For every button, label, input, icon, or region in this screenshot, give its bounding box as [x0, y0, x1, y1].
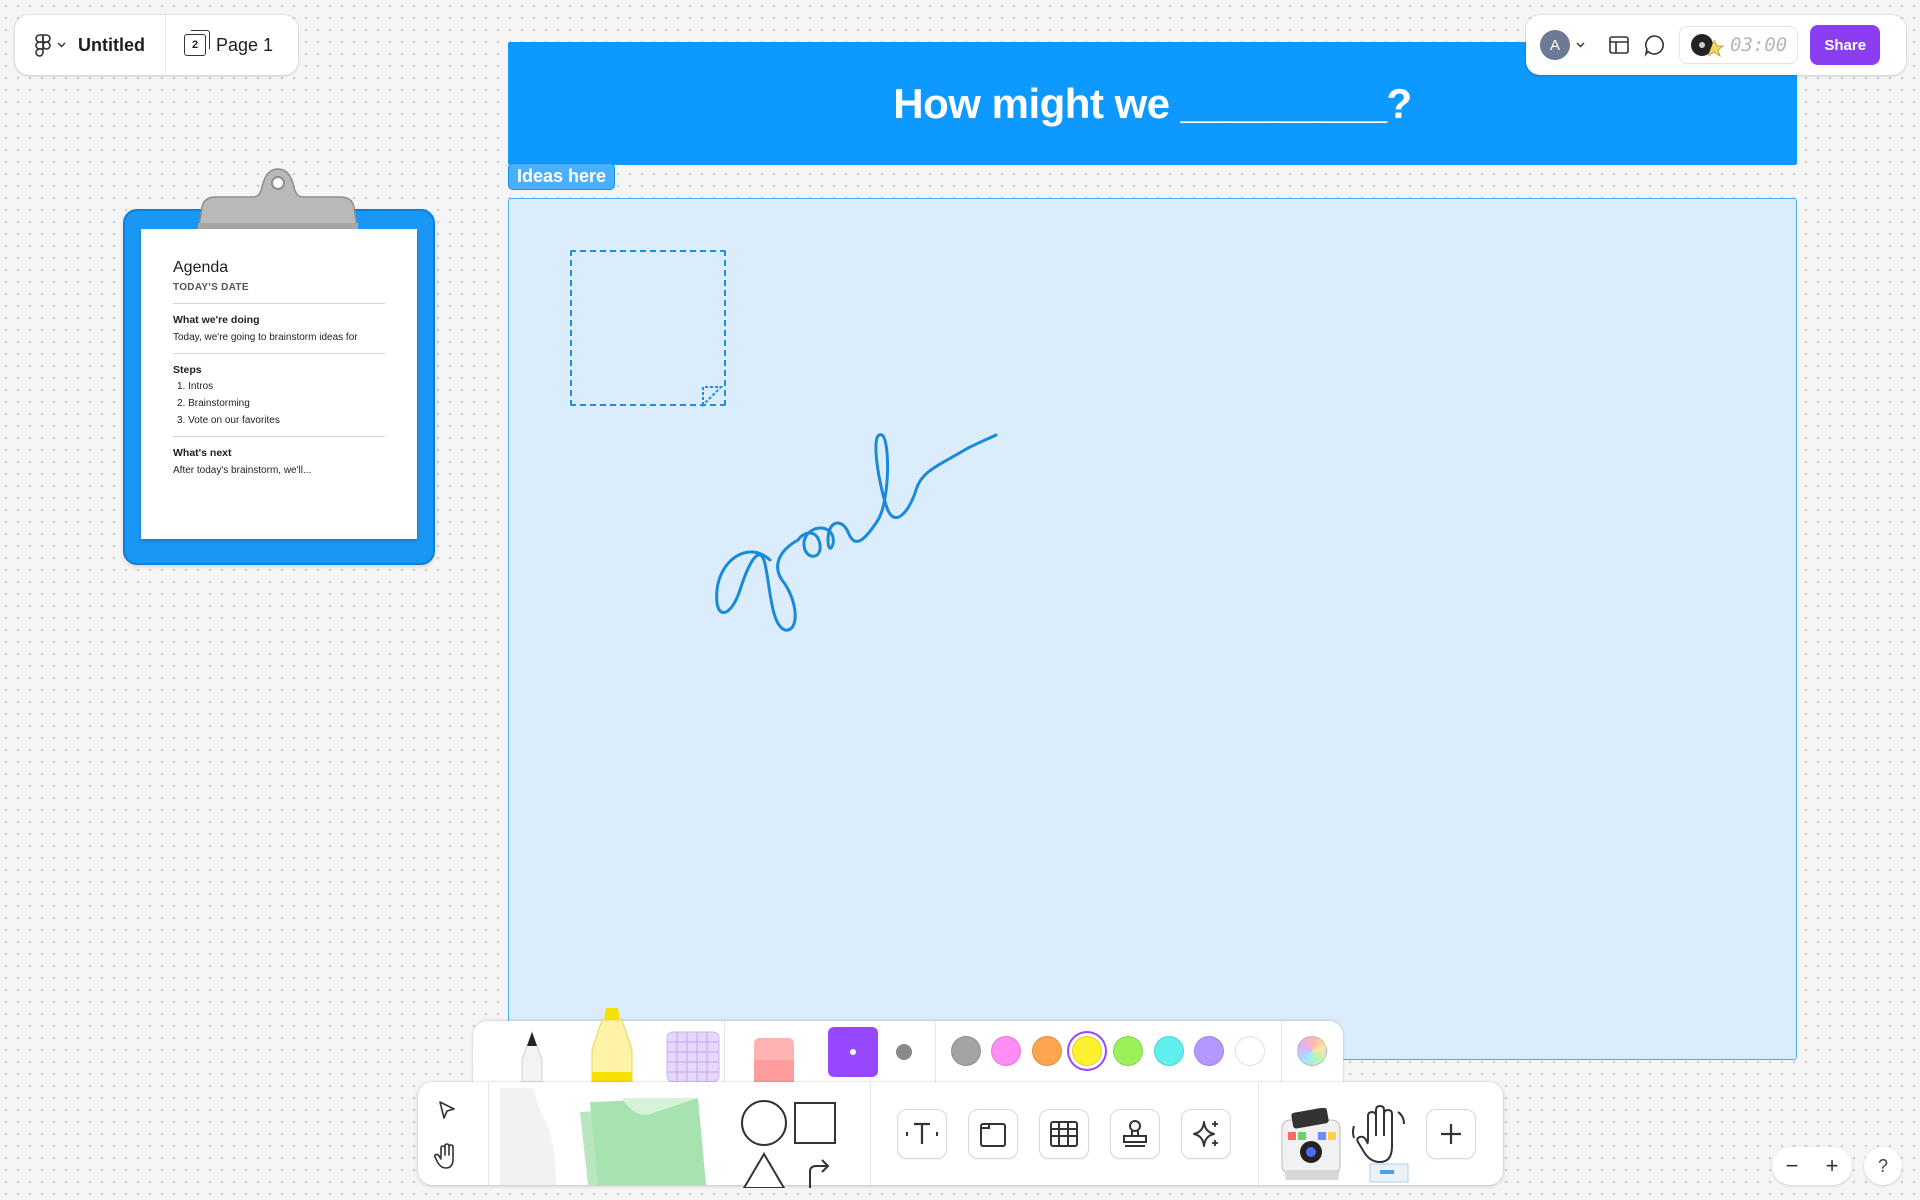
file-name[interactable]: Untitled — [78, 15, 166, 75]
avatar: A — [1540, 30, 1570, 60]
cursor-icon[interactable] — [436, 1099, 458, 1121]
main-menu-button[interactable] — [15, 15, 78, 75]
chevron-down-icon — [57, 42, 66, 48]
color-swatch-orange[interactable] — [1032, 1036, 1062, 1066]
agenda-step: 3. Vote on our favorites — [177, 415, 280, 426]
chevron-down-icon — [1576, 42, 1585, 48]
agenda-title: Agenda — [173, 259, 229, 276]
agenda-steps-heading: Steps — [173, 364, 202, 376]
color-swatch-cyan[interactable] — [1154, 1036, 1184, 1066]
eraser-tool-icon[interactable] — [752, 1036, 796, 1082]
color-swatch-pink[interactable] — [991, 1036, 1021, 1066]
agenda-next-text: After today's brainstorm, we'll... — [173, 465, 312, 476]
figjam-logo-icon — [35, 34, 51, 57]
pages-icon: 2 — [184, 30, 210, 56]
pen-tool-icon[interactable] — [515, 1030, 549, 1082]
collaboration-panel: A 03:00 Share — [1526, 15, 1906, 75]
divider — [488, 1082, 489, 1185]
stamp-icon — [1123, 1120, 1147, 1147]
sticky-notes-tool-icon[interactable] — [494, 1088, 724, 1185]
clipboard-clip-icon — [198, 168, 358, 234]
banner-title: How might we _________? — [893, 79, 1412, 127]
zoom-out-button[interactable]: − — [1786, 1153, 1799, 1179]
stroke-size-small-button[interactable] — [828, 1027, 878, 1077]
sparkle-icon — [1193, 1121, 1218, 1147]
ai-tool-button[interactable] — [1181, 1109, 1231, 1159]
more-tools-button[interactable] — [1426, 1109, 1476, 1159]
divider — [935, 1021, 936, 1083]
agenda-paper: Agenda TODAY'S DATE What we're doing Tod… — [141, 229, 417, 539]
washi-tape-tool-icon[interactable] — [665, 1030, 721, 1082]
user-menu[interactable]: A — [1540, 30, 1585, 60]
agenda-step: 1. Intros — [177, 381, 214, 392]
stamp-tool-button[interactable] — [1110, 1109, 1160, 1159]
section-icon — [980, 1123, 1006, 1147]
agenda-date: TODAY'S DATE — [173, 282, 249, 293]
agenda-steps-list: 1. Intros 2. Brainstorming 3. Vote on ou… — [173, 381, 385, 426]
agenda-step: 2. Brainstorming — [177, 398, 250, 409]
table-icon — [1050, 1121, 1078, 1147]
page-label: Page 1 — [216, 34, 274, 55]
stroke-dot-icon — [850, 1049, 856, 1055]
highlighter-tool-icon[interactable] — [584, 1006, 640, 1082]
shapes-tool-icon[interactable] — [740, 1100, 848, 1188]
custom-color-picker[interactable] — [1297, 1036, 1327, 1066]
agenda-doing-text: Today, we're going to brainstorm ideas f… — [173, 332, 358, 343]
section-label[interactable]: Ideas here — [508, 163, 616, 190]
divider — [173, 353, 385, 354]
file-panel: Untitled 2 Page 1 — [15, 15, 298, 75]
divider — [173, 303, 385, 304]
section-tool-button[interactable] — [968, 1109, 1018, 1159]
wave-hand-icon[interactable] — [1350, 1102, 1412, 1184]
text-tool-button[interactable] — [897, 1109, 947, 1159]
color-swatch-yellow[interactable] — [1072, 1036, 1102, 1066]
agenda-next-heading: What's next — [173, 447, 232, 459]
plus-icon — [1441, 1124, 1461, 1144]
agenda-doing-heading: What we're doing — [173, 314, 260, 326]
share-button[interactable]: Share — [1810, 25, 1881, 65]
text-icon — [906, 1122, 938, 1144]
color-swatch-white[interactable] — [1235, 1036, 1265, 1066]
help-button[interactable]: ? — [1864, 1147, 1902, 1185]
hand-icon[interactable] — [433, 1143, 459, 1171]
color-swatch-purple[interactable] — [1194, 1036, 1224, 1066]
color-swatch-green[interactable] — [1113, 1036, 1143, 1066]
page-selector[interactable]: 2 Page 1 — [166, 15, 291, 75]
stroke-size-large-button[interactable] — [896, 1044, 912, 1060]
jambot-widget-icon[interactable] — [1278, 1108, 1348, 1184]
color-swatch-gray[interactable] — [951, 1036, 981, 1066]
zoom-in-button[interactable]: + — [1826, 1153, 1839, 1179]
table-tool-button[interactable] — [1039, 1109, 1089, 1159]
divider — [1281, 1021, 1282, 1083]
divider — [870, 1082, 871, 1185]
music-vinyl-icon — [1691, 34, 1724, 58]
divider — [1258, 1082, 1259, 1185]
freehand-drawing[interactable] — [700, 420, 1040, 650]
comment-icon[interactable] — [1643, 33, 1667, 57]
sticky-note-placeholder[interactable] — [570, 250, 726, 407]
layout-icon[interactable] — [1607, 33, 1631, 57]
zoom-controls: − + — [1772, 1147, 1852, 1185]
timer-display: 03:00 — [1730, 34, 1788, 56]
divider — [173, 436, 385, 437]
divider — [724, 1021, 725, 1083]
sticky-fold-icon — [702, 386, 724, 407]
timer-widget[interactable]: 03:00 — [1679, 26, 1799, 64]
